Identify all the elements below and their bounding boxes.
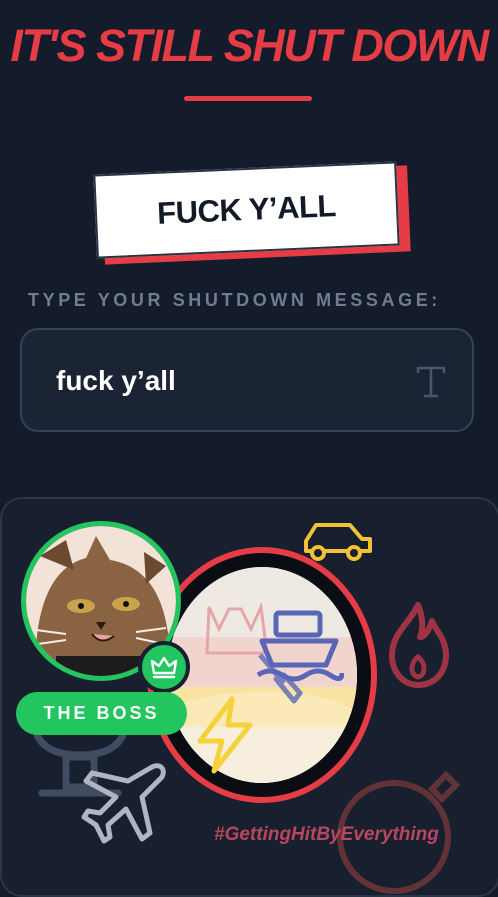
sign-text: FUCK Y’ALL (156, 188, 337, 231)
boss-badge-label: THE BOSS (43, 703, 160, 723)
crown-badge (138, 641, 190, 693)
car-icon (304, 523, 372, 561)
fire-icon (389, 602, 449, 688)
airplane-icon (81, 763, 166, 844)
message-input-label: TYPE YOUR SHUTDOWN MESSAGE: (28, 290, 441, 310)
message-sign: FUCK Y’ALL (93, 161, 400, 259)
hashtag: #GettingHitByEverything (214, 824, 439, 845)
shutdown-card: THE BOSS #GettingHitByEverything (0, 497, 498, 897)
lightning-icon (197, 696, 253, 774)
page-title: IT'S STILL SHUT DOWN (10, 20, 489, 71)
boss-badge: THE BOSS (16, 692, 187, 735)
broom-icon (258, 653, 303, 704)
crown-icon (150, 656, 178, 679)
message-input[interactable] (56, 358, 396, 404)
title-underline (184, 96, 312, 101)
text-format-icon[interactable] (414, 364, 448, 400)
message-input-box[interactable] (20, 328, 474, 432)
